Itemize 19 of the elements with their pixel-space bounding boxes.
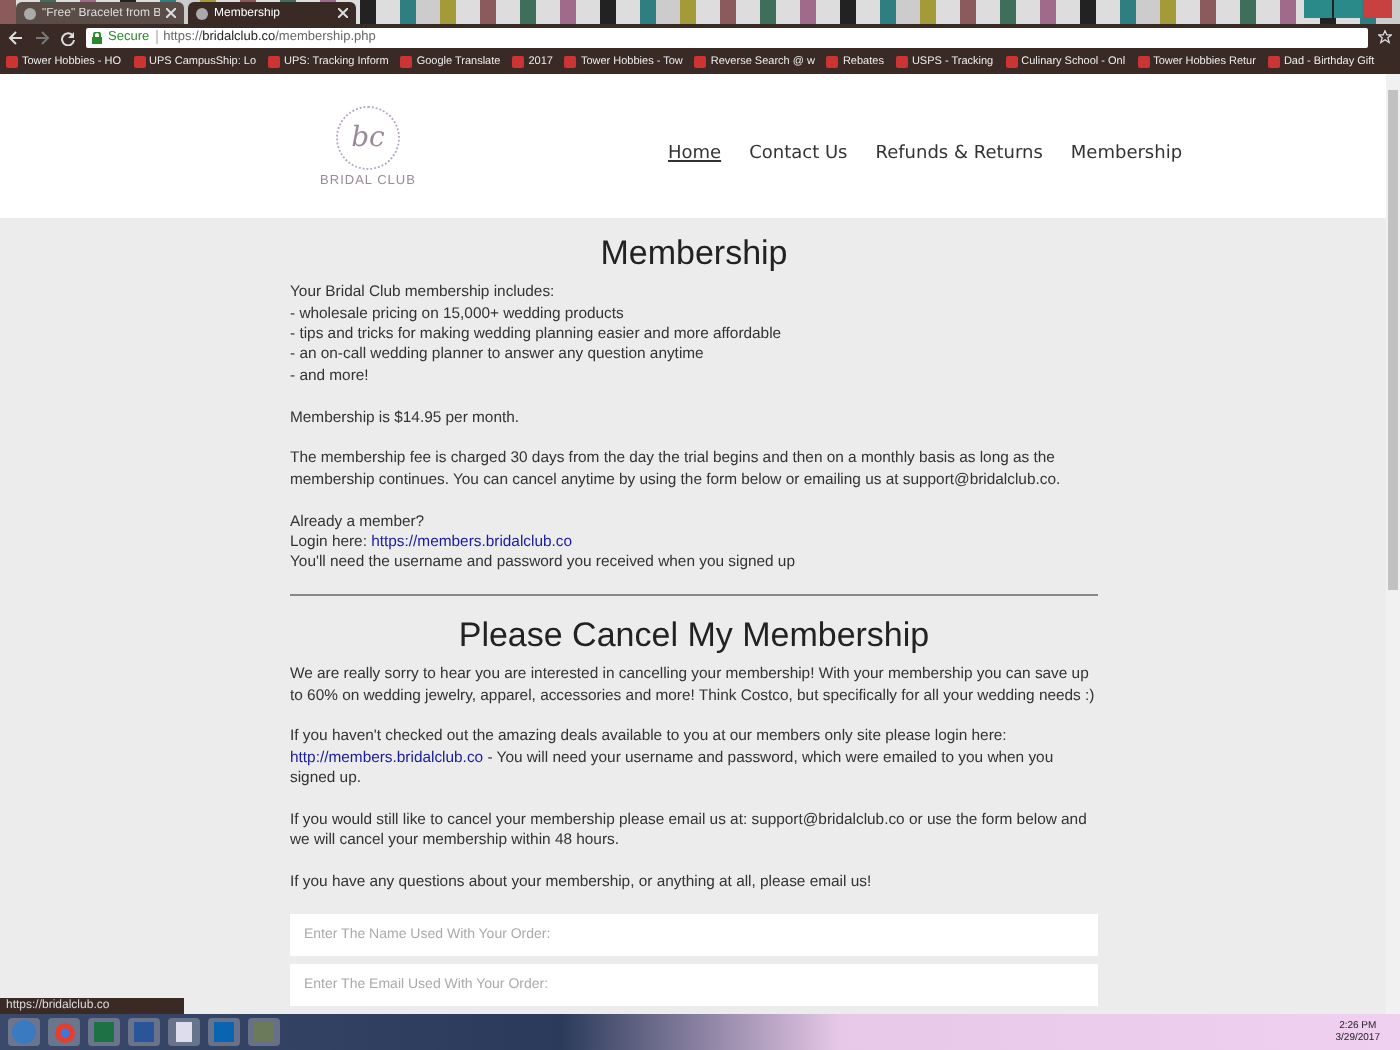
nav-link[interactable]: Contact Us	[749, 144, 848, 165]
start-button[interactable]	[8, 1018, 40, 1046]
file-icon[interactable]	[168, 1018, 200, 1046]
close-tab-icon[interactable]	[166, 8, 176, 18]
browser-icon[interactable]	[48, 1018, 80, 1046]
nav-link[interactable]: Membership	[1070, 144, 1183, 165]
close-tab-icon[interactable]	[338, 8, 348, 18]
nav-link[interactable]: Home	[668, 144, 722, 165]
spreadsheet-icon[interactable]	[88, 1018, 120, 1046]
app-icon[interactable]	[248, 1018, 280, 1046]
nav-link[interactable]: Refunds & Returns	[875, 144, 1043, 165]
section-title: Membership	[598, 234, 790, 275]
forward-icon[interactable]	[34, 29, 50, 45]
lock-icon	[92, 31, 102, 43]
star-icon[interactable]	[1378, 30, 1392, 44]
section-title: Please Cancel My Membership	[456, 616, 932, 657]
back-icon[interactable]	[8, 29, 24, 45]
scrollbar[interactable]	[1386, 74, 1400, 1014]
reload-icon[interactable]	[60, 29, 76, 45]
